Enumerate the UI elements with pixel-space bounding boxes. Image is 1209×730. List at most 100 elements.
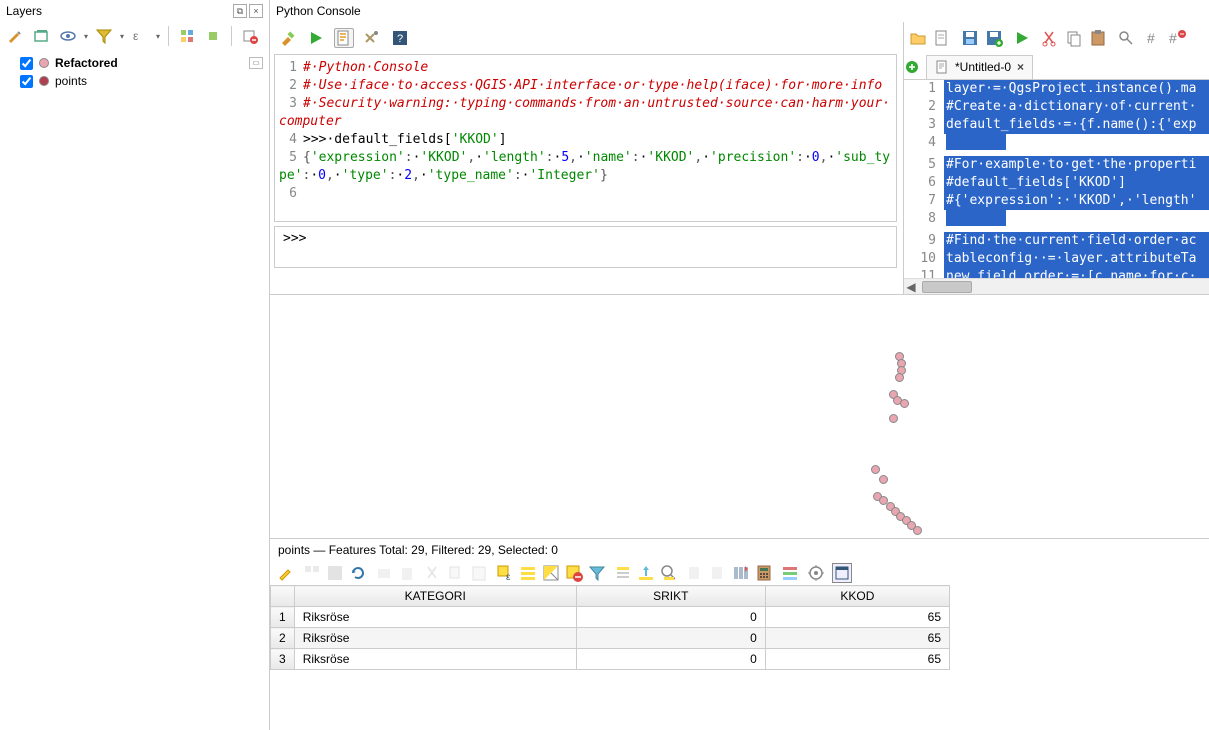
editor-h-scrollbar[interactable]: ◀: [904, 278, 1209, 294]
close-tab-icon[interactable]: ×: [1017, 60, 1024, 74]
cell-kategori[interactable]: Riksröse: [294, 607, 576, 628]
undock-icon[interactable]: ⧉: [233, 4, 247, 18]
editor-tab-bar: *Untitled-0 ×: [904, 54, 1209, 80]
row-number[interactable]: 2: [271, 628, 295, 649]
layer-row-points[interactable]: points: [0, 72, 269, 90]
map-point[interactable]: [895, 373, 904, 382]
zoom-to-icon[interactable]: [659, 563, 679, 583]
script-editor[interactable]: 1layer·=·QgsProject.instance().ma2#Creat…: [904, 80, 1209, 278]
select-by-expression-icon[interactable]: ε: [495, 563, 515, 583]
clear-icon[interactable]: [278, 28, 298, 48]
scroll-thumb[interactable]: [922, 281, 972, 293]
cell-srikt[interactable]: 0: [576, 628, 765, 649]
layer-checkbox[interactable]: [20, 75, 33, 88]
expand-icon[interactable]: [177, 26, 197, 46]
run-icon[interactable]: [306, 28, 326, 48]
editor-line: 8: [904, 210, 1209, 232]
table-row[interactable]: 3Riksröse065: [271, 649, 950, 670]
cell-srikt[interactable]: 0: [576, 649, 765, 670]
editor-tab[interactable]: *Untitled-0 ×: [926, 55, 1033, 79]
layers-panel: Layers ⧉ × ▾ ▾ ε ▾ Refactored ▭ points: [0, 0, 270, 730]
map-point[interactable]: [871, 465, 880, 474]
copy-icon[interactable]: [1064, 28, 1084, 48]
save-edits-icon[interactable]: [325, 563, 345, 583]
new-editor-icon[interactable]: [932, 28, 952, 48]
map-point[interactable]: [889, 414, 898, 423]
layer-symbol-icon: [39, 76, 49, 86]
cell-kkod[interactable]: 65: [765, 607, 949, 628]
cell-kkod[interactable]: 65: [765, 628, 949, 649]
row-number[interactable]: 1: [271, 607, 295, 628]
count-indicator-icon[interactable]: ▭: [249, 57, 263, 69]
style-icon[interactable]: [6, 26, 26, 46]
console-input[interactable]: >>>: [274, 226, 897, 268]
col-header-kkod[interactable]: KKOD: [765, 586, 949, 607]
row-number[interactable]: 3: [271, 649, 295, 670]
run-script-icon[interactable]: [1012, 28, 1032, 48]
pan-to-icon[interactable]: [636, 563, 656, 583]
invert-selection-icon[interactable]: [541, 563, 561, 583]
table-row[interactable]: 2Riksröse065: [271, 628, 950, 649]
reload-icon[interactable]: [348, 563, 368, 583]
organize-columns-icon[interactable]: [731, 563, 751, 583]
copy-features-icon[interactable]: [446, 563, 466, 583]
cut-icon[interactable]: [1040, 28, 1060, 48]
cell-kategori[interactable]: Riksröse: [294, 649, 576, 670]
select-all-icon[interactable]: [518, 563, 538, 583]
console-title: Python Console: [276, 4, 361, 18]
map-point[interactable]: [900, 399, 909, 408]
paste-features-icon[interactable]: [469, 563, 489, 583]
save-as-icon[interactable]: [984, 28, 1004, 48]
add-tab-icon[interactable]: [904, 59, 926, 75]
multi-edit-icon[interactable]: [302, 563, 322, 583]
visibility-icon[interactable]: [58, 26, 78, 46]
delete-selected-icon[interactable]: [397, 563, 417, 583]
map-canvas[interactable]: [270, 295, 1209, 539]
close-icon[interactable]: ×: [249, 4, 263, 18]
cell-kategori[interactable]: Riksröse: [294, 628, 576, 649]
layer-row-refactored[interactable]: Refactored ▭: [0, 54, 269, 72]
cell-kkod[interactable]: 65: [765, 649, 949, 670]
filter-icon[interactable]: [94, 26, 114, 46]
comment-icon[interactable]: #: [1144, 28, 1164, 48]
show-editor-icon[interactable]: [334, 28, 354, 48]
remove-layer-icon[interactable]: [240, 26, 260, 46]
map-point[interactable]: [913, 526, 922, 535]
move-top-icon[interactable]: [613, 563, 633, 583]
table-corner[interactable]: [271, 586, 295, 607]
settings-icon[interactable]: [362, 28, 382, 48]
scroll-left-icon[interactable]: ◀: [904, 280, 918, 294]
field-calc-icon[interactable]: [754, 563, 774, 583]
actions-icon[interactable]: [806, 563, 826, 583]
dock-table-icon[interactable]: [832, 563, 852, 583]
paste-icon[interactable]: [1088, 28, 1108, 48]
editor-line: 9#Find·the·current·field·order·ac: [904, 232, 1209, 250]
help-icon[interactable]: ?: [390, 28, 410, 48]
cut-features-icon[interactable]: [423, 563, 443, 583]
editor-toolbar: # #: [904, 22, 1209, 54]
delete-field-icon[interactable]: [708, 563, 728, 583]
open-icon[interactable]: [908, 28, 928, 48]
layer-checkbox[interactable]: [20, 57, 33, 70]
console-output[interactable]: 1#·Python·Console2#·Use·iface·to·access·…: [274, 54, 897, 222]
conditional-format-icon[interactable]: [780, 563, 800, 583]
uncomment-icon[interactable]: #: [1168, 28, 1188, 48]
new-field-icon[interactable]: [685, 563, 705, 583]
expression-icon[interactable]: ε: [130, 26, 150, 46]
add-group-icon[interactable]: [32, 26, 52, 46]
deselect-icon[interactable]: [564, 563, 584, 583]
map-point[interactable]: [879, 475, 888, 484]
col-header-srikt[interactable]: SRIKT: [576, 586, 765, 607]
add-feature-icon[interactable]: [374, 563, 394, 583]
console-line: 5{'expression':·'KKOD',·'length':·5,·'na…: [279, 149, 892, 185]
filter-selection-icon[interactable]: [587, 563, 607, 583]
cell-srikt[interactable]: 0: [576, 607, 765, 628]
attribute-table[interactable]: KATEGORI SRIKT KKOD 1Riksröse0652Riksrös…: [270, 585, 950, 670]
save-icon[interactable]: [960, 28, 980, 48]
table-row[interactable]: 1Riksröse065: [271, 607, 950, 628]
find-icon[interactable]: [1116, 28, 1136, 48]
console-line: 1#·Python·Console: [279, 59, 892, 77]
toggle-edit-icon[interactable]: [276, 563, 296, 583]
collapse-icon[interactable]: [203, 26, 223, 46]
col-header-kategori[interactable]: KATEGORI: [294, 586, 576, 607]
